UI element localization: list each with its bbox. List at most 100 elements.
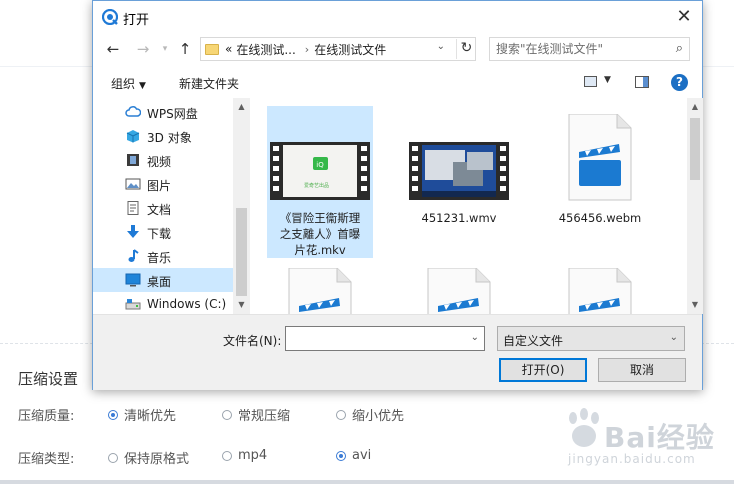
sidebar-item-desktop[interactable]: 桌面	[93, 268, 233, 292]
file-item-partial-1[interactable]	[267, 264, 373, 314]
cancel-button[interactable]: 取消	[598, 358, 686, 382]
music-icon	[128, 249, 139, 262]
organize-menu[interactable]: 组织 ▼	[111, 75, 146, 92]
filename-combobox[interactable]: ⌄	[285, 326, 485, 351]
file-item-webm[interactable]: 456456.webm	[547, 106, 653, 258]
sidebar-item-music[interactable]: 音乐	[93, 244, 233, 268]
refresh-button[interactable]: ↻	[456, 39, 476, 59]
video-file-icon	[568, 268, 632, 314]
picture-icon	[125, 178, 141, 190]
filename-label: 文件名(N):	[223, 334, 282, 348]
watermark-brand: Bai经验	[604, 421, 715, 454]
forward-button[interactable]: →	[133, 39, 153, 59]
file-item-partial-2[interactable]	[406, 264, 512, 314]
section-title: 压缩设置	[18, 370, 79, 388]
type-option-avi[interactable]: avi	[336, 448, 371, 463]
watermark-url: jingyan.baidu.com	[568, 452, 696, 466]
file-item-wmv[interactable]: 451231.wmv	[406, 106, 512, 258]
view-icon	[584, 76, 597, 87]
search-input[interactable]	[496, 41, 664, 57]
close-icon[interactable]: ✕	[674, 7, 694, 27]
up-button[interactable]: ↑	[175, 39, 195, 59]
file-list-scrollbar[interactable]: ▲ ▼	[687, 98, 703, 314]
video-file-icon	[568, 114, 632, 201]
svg-text:iQ: iQ	[316, 161, 324, 169]
folder-icon	[205, 43, 219, 55]
type-option-mp4[interactable]: mp4	[222, 448, 267, 463]
radio-icon	[108, 452, 118, 463]
radio-icon	[336, 409, 346, 420]
sidebar-item-windows-c[interactable]: Windows (C:)	[93, 292, 233, 314]
scroll-up-icon[interactable]: ▲	[233, 100, 250, 114]
video-thumbnail-icon	[409, 142, 509, 200]
open-file-dialog: 打开 ✕ ← → ▾ ↑ « 在线测试... › 在线测试文件 ⌄ ↻ ⌕ 组织…	[92, 0, 703, 390]
sidebar-item-3d-objects[interactable]: 3D 对象	[93, 124, 233, 148]
radio-icon	[222, 450, 232, 461]
nav-scrollbar[interactable]: ▲ ▼	[233, 98, 250, 314]
chevron-down-icon: ⌄	[669, 332, 678, 343]
sidebar-item-downloads[interactable]: 下载	[93, 220, 233, 244]
open-button[interactable]: 打开(O)	[499, 358, 587, 382]
dialog-title: 打开	[123, 13, 150, 28]
file-type-value: 自定义文件	[503, 334, 564, 348]
chevron-down-icon[interactable]: ⌄	[471, 332, 479, 343]
sidebar-item-wps-cloud[interactable]: WPS网盘	[93, 100, 233, 124]
video-icon	[127, 154, 139, 166]
desktop-icon	[125, 273, 141, 287]
search-box[interactable]: ⌕	[489, 37, 690, 61]
file-name: 451231.wmv	[421, 211, 497, 225]
radio-icon	[108, 409, 118, 420]
page-bottom-border	[0, 480, 734, 484]
search-icon: ⌕	[675, 41, 683, 56]
file-name: 456456.webm	[558, 211, 642, 225]
radio-icon	[222, 409, 232, 420]
quality-label: 压缩质量:	[18, 409, 75, 424]
file-item-mkv[interactable]: iQ 爱奇艺出品 《冒险王衞斯理 之支離人》首曝 片花.mkv	[267, 106, 373, 258]
view-options-button[interactable]: ▼	[584, 75, 614, 89]
dialog-titlebar: 打开 ✕	[93, 1, 702, 33]
breadcrumb-parent[interactable]: 在线测试...	[236, 41, 295, 58]
quality-option-small[interactable]: 缩小优先	[336, 405, 404, 424]
help-icon[interactable]: ?	[671, 74, 688, 91]
address-overflow[interactable]: «	[225, 42, 232, 56]
file-item-partial-3[interactable]	[547, 264, 653, 314]
filename-input[interactable]	[290, 331, 460, 346]
file-list: iQ 爱奇艺出品 《冒险王衞斯理 之支離人》首曝 片花.mkv 451231.w…	[251, 98, 687, 314]
file-name: 《冒险王衞斯理 之支離人》首曝 片花.mkv	[279, 211, 361, 257]
file-type-select[interactable]: 自定义文件 ⌄	[497, 326, 685, 351]
sidebar-item-documents[interactable]: 文档	[93, 196, 233, 220]
type-option-original[interactable]: 保持原格式	[108, 448, 189, 467]
type-label: 压缩类型:	[18, 452, 75, 467]
navigation-bar: ← → ▾ ↑ « 在线测试... › 在线测试文件 ⌄ ↻ ⌕	[93, 35, 702, 63]
cube-icon	[126, 130, 140, 143]
chevron-down-icon[interactable]: ⌄	[437, 41, 445, 52]
scroll-down-icon[interactable]: ▼	[687, 298, 703, 312]
app-icon	[102, 9, 118, 25]
back-button[interactable]: ←	[103, 39, 123, 59]
baidu-jingyan-watermark: Bai经验 jingyan.baidu.com	[560, 404, 730, 474]
sidebar-item-videos[interactable]: 视频	[93, 148, 233, 172]
breadcrumb-current[interactable]: 在线测试文件	[314, 41, 386, 58]
radio-icon	[336, 450, 346, 461]
download-icon	[127, 225, 139, 238]
quality-option-normal[interactable]: 常规压缩	[222, 405, 290, 424]
preview-pane-icon[interactable]	[635, 76, 649, 88]
document-icon	[127, 201, 139, 215]
recent-dropdown-icon[interactable]: ▾	[155, 39, 175, 59]
quality-option-clear[interactable]: 清晰优先	[108, 405, 176, 424]
thumbnail-caption: 爱奇艺出品	[304, 183, 330, 189]
new-folder-button[interactable]: 新建文件夹	[179, 75, 239, 92]
scroll-thumb[interactable]	[690, 118, 700, 180]
sidebar-item-pictures[interactable]: 图片	[93, 172, 233, 196]
breadcrumb-separator: ›	[304, 42, 310, 56]
scroll-down-icon[interactable]: ▼	[233, 298, 250, 312]
address-bar[interactable]: « 在线测试... › 在线测试文件 ⌄	[200, 37, 476, 61]
paw-icon	[569, 408, 599, 447]
command-toolbar: 组织 ▼ 新建文件夹 ▼ ?	[93, 67, 702, 97]
navigation-pane: WPS网盘 3D 对象 视频 图片 文档 下载 音乐 桌面 Windows (C…	[93, 98, 251, 314]
scroll-up-icon[interactable]: ▲	[687, 100, 703, 114]
chevron-down-icon: ▼	[604, 75, 611, 85]
video-file-icon	[427, 268, 491, 314]
scroll-thumb[interactable]	[236, 208, 247, 296]
video-thumbnail-icon: iQ	[270, 142, 370, 200]
